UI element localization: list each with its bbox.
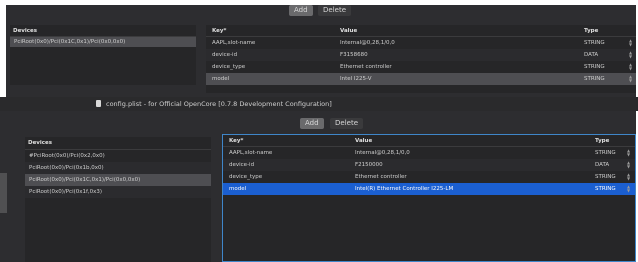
bottom-table-header: Key* Value Type [223,135,635,147]
top-row-key: device_type [212,64,246,70]
bottom-row-type: STRING [595,174,616,180]
bottom-delete-button[interactable]: Delete [330,118,363,129]
bottom-row-type: STRING [595,150,616,156]
updown-stepper-icon[interactable]: ▲ ▼ [629,51,633,59]
bottom-table-row[interactable]: device-id F2150000 DATA ▲ ▼ [223,159,635,171]
updown-stepper-icon[interactable]: ▲ ▼ [627,173,631,181]
top-table-row[interactable]: device-id F3158680 DATA ▲ ▼ [206,49,636,61]
top-table-header: Key* Value Type [206,25,636,37]
top-row-type: STRING [584,76,605,82]
bottom-row-key: model [229,186,247,192]
top-row-key: AAPL,slot-name [212,40,256,46]
bottom-key-column-header[interactable]: Key* [229,135,243,147]
bottom-device-item[interactable]: PciRoot(0x0)/Pci(0x1f,0x3) [25,186,211,198]
updown-stepper-icon[interactable]: ▲ ▼ [629,39,633,47]
top-key-column-header[interactable]: Key* [212,25,226,37]
bottom-device-item[interactable]: PciRoot(0x0)/Pci(0x1b,0x0) [25,162,211,174]
bottom-row-value: Ethernet controller [355,174,407,180]
top-row-value: Intel I225-V [340,76,372,82]
bottom-properties-table: Key* Value Type AAPL,slot-name Internal@… [222,134,636,262]
bottom-table-row[interactable]: AAPL,slot-name Internal@0,28,1/0,0 STRIN… [223,147,635,159]
bottom-row-type: DATA [595,162,610,168]
updown-stepper-icon[interactable]: ▲ ▼ [629,75,633,83]
bottom-value-column-header[interactable]: Value [355,135,372,147]
top-devices-header[interactable]: Devices [10,25,196,37]
bottom-devices-list: Devices #PciRoot(0x0)/Pci(0x2,0x0) PciRo… [25,137,211,262]
bottom-row-key: AAPL,slot-name [229,150,273,156]
bottom-editor-panel: Add Delete Devices #PciRoot(0x0)/Pci(0x2… [0,111,636,262]
top-table-row[interactable]: device_type Ethernet controller STRING ▲… [206,61,636,73]
bottom-add-button[interactable]: Add [300,118,324,129]
top-row-value: Internal@0,28,1/0,0 [340,40,395,46]
top-row-type: DATA [584,52,599,58]
bottom-row-value: Internal@0,28,1/0,0 [355,150,410,156]
top-device-item[interactable]: PciRoot(0x0)/Pci(0x1C,0x1)/Pci(0x0,0x0) [10,37,196,47]
top-delete-button[interactable]: Delete [318,5,351,16]
updown-stepper-icon[interactable]: ▲ ▼ [627,149,631,157]
bottom-device-item-selected[interactable]: PciRoot(0x0)/Pci(0x1C,0x1)/Pci(0x0,0x0) [25,174,211,186]
top-row-value: Ethernet controller [340,64,392,70]
top-devices-list: Devices PciRoot(0x0)/Pci(0x1C,0x1)/Pci(0… [10,25,196,85]
top-add-button[interactable]: Add [289,5,313,16]
document-icon [96,100,101,107]
top-type-column-header[interactable]: Type [584,25,598,37]
top-row-type: STRING [584,64,605,70]
updown-stepper-icon[interactable]: ▲ ▼ [629,63,633,71]
bottom-row-value: Intel(R) Ethernet Controller I225-LM [355,186,454,192]
bottom-row-value: F2150000 [355,162,383,168]
bottom-table-row[interactable]: device_type Ethernet controller STRING ▲… [223,171,635,183]
bottom-row-key: device-id [229,162,255,168]
top-row-key: device-id [212,52,238,58]
bottom-row-type: STRING [595,186,616,192]
window-edge [0,173,7,213]
bottom-row-key: device_type [229,174,263,180]
updown-stepper-icon[interactable]: ▲ ▼ [627,161,631,169]
top-value-column-header[interactable]: Value [340,25,357,37]
bottom-device-item[interactable]: #PciRoot(0x0)/Pci(0x2,0x0) [25,150,211,162]
top-row-value: F3158680 [340,52,368,58]
top-editor-panel: Add Delete Devices PciRoot(0x0)/Pci(0x1C… [6,5,636,97]
top-table-row[interactable]: AAPL,slot-name Internal@0,28,1/0,0 STRIN… [206,37,636,49]
window-title: config.plist - for Official OpenCore [0.… [106,100,332,108]
updown-stepper-icon[interactable]: ▲ ▼ [627,185,631,193]
screenshot-canvas: Add Delete Devices PciRoot(0x0)/Pci(0x1C… [0,0,638,262]
top-row-type: STRING [584,40,605,46]
bottom-type-column-header[interactable]: Type [595,135,609,147]
top-row-key: model [212,76,230,82]
window-title-bar[interactable]: config.plist - for Official OpenCore [0.… [0,97,638,111]
top-properties-table: Key* Value Type AAPL,slot-name Internal@… [206,25,636,93]
bottom-devices-header[interactable]: Devices [25,137,211,150]
bottom-table-row-selected[interactable]: model Intel(R) Ethernet Controller I225-… [223,183,635,195]
top-table-row-selected[interactable]: model Intel I225-V STRING ▲ ▼ [206,73,636,85]
